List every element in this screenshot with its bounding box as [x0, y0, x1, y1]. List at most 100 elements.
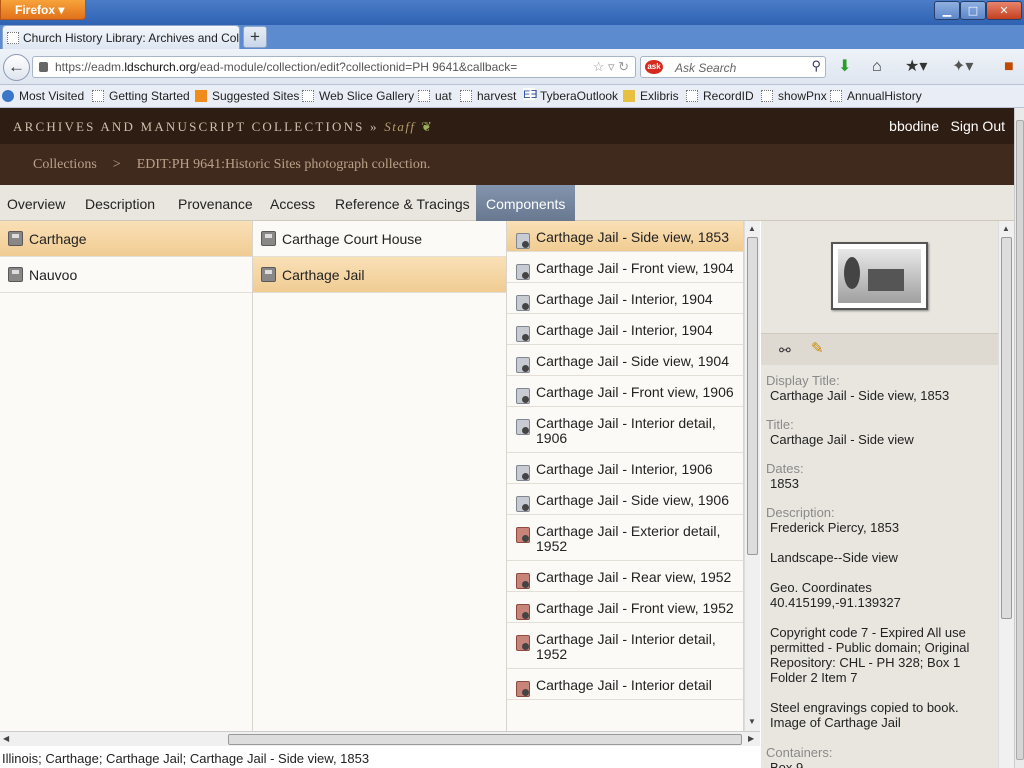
- description-paragraph: Copyright code 7 - Expired All use permi…: [770, 625, 970, 685]
- tab-access[interactable]: Access: [270, 185, 315, 221]
- bookmark-item[interactable]: E∃ TyberaOutlook: [523, 88, 618, 103]
- list-item[interactable]: Carthage Jail - Interior detail: [507, 669, 743, 700]
- new-tab-button[interactable]: +: [243, 26, 267, 48]
- minimize-button[interactable]: ▁: [934, 1, 960, 20]
- firefox-menu-button[interactable]: Firefox ▾: [0, 0, 86, 20]
- photo-item-icon: [516, 326, 530, 342]
- bookmark-star-icon[interactable]: ☆ ▿ ↻: [593, 59, 629, 75]
- bookmark-item[interactable]: Exlibris: [623, 89, 679, 103]
- breadcrumb-collections[interactable]: Collections: [33, 157, 97, 172]
- scroll-down-icon[interactable]: ▼: [748, 717, 756, 726]
- site-brand[interactable]: ARCHIVES AND MANUSCRIPT COLLECTIONS: [13, 119, 365, 134]
- bookmark-item[interactable]: AnnualHistory: [830, 89, 922, 103]
- view-glasses-icon[interactable]: ⚯: [779, 342, 791, 359]
- back-button[interactable]: ←: [3, 54, 30, 81]
- url-domain: ldschurch.org: [124, 60, 197, 74]
- page-content: ARCHIVES AND MANUSCRIPT COLLECTIONS » St…: [0, 108, 1014, 768]
- list-item[interactable]: Carthage Jail - Interior detail, 1952: [507, 623, 743, 669]
- tab-components[interactable]: Components: [476, 185, 576, 221]
- list-item[interactable]: Carthage Jail - Rear view, 1952: [507, 561, 743, 592]
- folder-icon: [8, 231, 23, 246]
- list-item[interactable]: Carthage Jail - Interior detail, 1906: [507, 407, 743, 453]
- title-value: Carthage Jail - Side view: [770, 432, 914, 447]
- section-tabs: Overview Description Provenance Access R…: [0, 185, 1014, 221]
- list-item[interactable]: Carthage Jail - Side view, 1906: [507, 484, 743, 515]
- scrollbar-thumb[interactable]: [228, 734, 742, 745]
- browser-window: Firefox ▾ ▁ □ ✕ Church History Library: …: [0, 0, 1024, 768]
- scroll-right-icon[interactable]: ▶: [748, 734, 754, 743]
- scroll-up-icon[interactable]: ▲: [748, 224, 756, 233]
- list-item[interactable]: Carthage Jail - Side view, 1853: [507, 221, 743, 252]
- column-level-1: Carthage Nauvoo: [0, 221, 253, 731]
- maximize-button[interactable]: □: [960, 1, 986, 20]
- tab-reference-tracings[interactable]: Reference & Tracings: [335, 185, 470, 221]
- detail-fields: Display Title: Carthage Jail - Side view…: [766, 373, 994, 768]
- containers-value: Box 9: [770, 760, 804, 768]
- bookmarks-menu-icon[interactable]: ★▾: [905, 58, 927, 76]
- browser-tab-title: Church History Library: Archives and Col…: [23, 31, 240, 45]
- username-link[interactable]: bbodine: [889, 118, 939, 134]
- list-item[interactable]: Carthage Jail - Interior, 1904: [507, 314, 743, 345]
- scroll-left-icon[interactable]: ◀: [3, 734, 9, 743]
- bookmark-item[interactable]: showPnx: [761, 89, 827, 103]
- scrollbar-thumb[interactable]: [1001, 237, 1012, 619]
- bookmarks-toolbar: Most Visited Getting Started Suggested S…: [0, 85, 1024, 108]
- list-item[interactable]: Carthage Court House: [253, 221, 506, 257]
- scroll-up-icon[interactable]: ▲: [1002, 224, 1010, 233]
- tab-description[interactable]: Description: [85, 185, 155, 221]
- detail-panel: ⚯ ✎ Display Title: Carthage Jail - Side …: [761, 221, 998, 768]
- field-label: Title:: [766, 417, 794, 432]
- horizontal-scrollbar[interactable]: ◀ ▶: [0, 731, 760, 746]
- column-scrollbar[interactable]: ▲ ▼: [744, 221, 760, 731]
- list-item[interactable]: Carthage Jail - Interior, 1904: [507, 283, 743, 314]
- bookmark-item[interactable]: Suggested Sites: [195, 89, 299, 103]
- list-item[interactable]: Carthage Jail: [253, 257, 506, 293]
- photo-thumbnail[interactable]: [831, 242, 928, 310]
- extension-icon[interactable]: ■: [1004, 58, 1014, 76]
- page-scrollbar[interactable]: [1014, 108, 1024, 768]
- addon-icon[interactable]: ✦▾: [952, 58, 973, 76]
- bookmark-item[interactable]: uat: [418, 89, 452, 103]
- home-icon[interactable]: ⌂: [872, 58, 882, 76]
- leaf-icon: ❦: [421, 119, 435, 134]
- list-item[interactable]: Carthage Jail - Front view, 1906: [507, 376, 743, 407]
- bookmark-item[interactable]: Most Visited: [2, 89, 84, 103]
- list-item[interactable]: Carthage Jail - Side view, 1904: [507, 345, 743, 376]
- bookmark-item[interactable]: RecordID: [686, 89, 754, 103]
- detail-scrollbar[interactable]: ▲: [998, 221, 1014, 768]
- scrollbar-thumb[interactable]: [747, 237, 758, 555]
- list-item[interactable]: Carthage: [0, 221, 252, 257]
- close-window-button[interactable]: ✕: [986, 1, 1022, 20]
- title-bar: Firefox ▾ ▁ □ ✕: [0, 0, 1024, 25]
- folder-icon: [261, 267, 276, 282]
- bookmark-item[interactable]: Web Slice Gallery: [302, 89, 414, 103]
- url-prefix: https://eadm.: [55, 60, 125, 74]
- list-item[interactable]: Carthage Jail - Exterior detail, 1952: [507, 515, 743, 561]
- search-input[interactable]: ask Ask Search ⚲: [640, 56, 826, 78]
- list-item[interactable]: Carthage Jail - Front view, 1904: [507, 252, 743, 283]
- tab-strip: Church History Library: Archives and Col…: [0, 25, 1024, 49]
- staff-label: Staff: [384, 119, 416, 134]
- field-label: Dates:: [766, 461, 804, 476]
- bookmark-item[interactable]: Getting Started: [92, 89, 190, 103]
- photo-item-icon: [516, 465, 530, 481]
- bookmark-item[interactable]: harvest: [460, 89, 516, 103]
- url-bar[interactable]: https://eadm.ldschurch.org/ead-module/co…: [32, 56, 636, 78]
- download-icon[interactable]: ⬇: [838, 58, 851, 76]
- photo-item-icon: [516, 295, 530, 311]
- list-item[interactable]: Carthage Jail - Interior, 1906: [507, 453, 743, 484]
- browser-tab[interactable]: Church History Library: Archives and Col…: [2, 25, 240, 49]
- search-icon[interactable]: ⚲: [811, 58, 821, 74]
- tab-overview[interactable]: Overview: [7, 185, 65, 221]
- list-item[interactable]: Carthage Jail - Front view, 1952: [507, 592, 743, 623]
- photo-item-icon: [516, 233, 530, 249]
- site-header: ARCHIVES AND MANUSCRIPT COLLECTIONS » St…: [0, 108, 1014, 144]
- folder-icon: [8, 267, 23, 282]
- edit-pencil-icon[interactable]: ✎: [811, 339, 824, 357]
- column-level-2: Carthage Court House Carthage Jail: [253, 221, 507, 731]
- tab-provenance[interactable]: Provenance: [178, 185, 253, 221]
- photo-item-icon: [516, 357, 530, 373]
- sign-out-link[interactable]: Sign Out: [951, 118, 1005, 134]
- scrollbar-thumb[interactable]: [1016, 120, 1024, 760]
- list-item[interactable]: Nauvoo: [0, 257, 252, 293]
